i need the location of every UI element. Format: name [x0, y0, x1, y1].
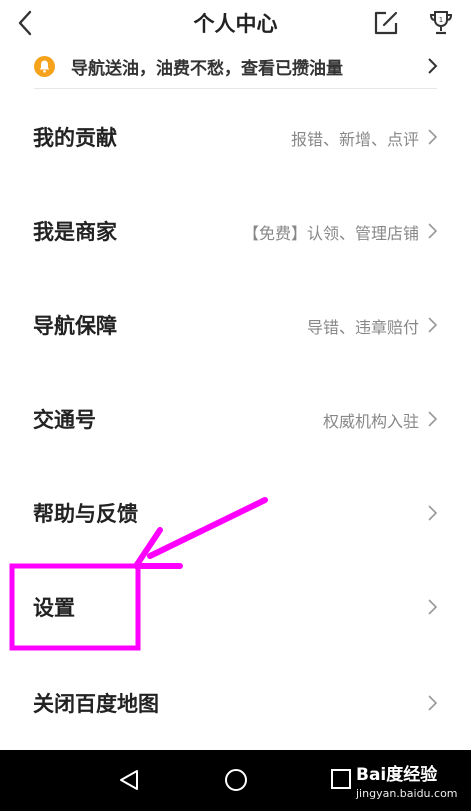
menu-item-label: 我是商家 — [33, 220, 117, 244]
chevron-right-icon — [428, 317, 438, 333]
chevron-right-icon — [428, 129, 438, 145]
watermark-logo-text: Bai度经验 — [356, 765, 438, 785]
menu-item-subtitle: 权威机构入驻 — [322, 412, 419, 431]
header-bar: 个人中心 1 — [0, 0, 471, 48]
chevron-right-icon — [428, 223, 438, 239]
menu-item-subtitle: 导错、违章赔付 — [306, 318, 419, 337]
chevron-right-icon — [428, 695, 438, 711]
page-title: 个人中心 — [193, 12, 278, 36]
menu-item-label: 交通号 — [33, 408, 96, 432]
menu-item-label: 帮助与反馈 — [33, 502, 138, 526]
menu-item-label: 导航保障 — [33, 314, 117, 338]
trophy-button[interactable]: 1 — [426, 8, 456, 38]
nav-home-button[interactable] — [223, 767, 249, 793]
menu-item-nav-protection[interactable]: 导航保障 导错、违章赔付 — [0, 278, 471, 372]
circle-home-icon — [225, 769, 247, 791]
nav-recent-button[interactable] — [330, 768, 352, 790]
svg-text:1: 1 — [439, 16, 443, 24]
triangle-back-icon — [120, 770, 138, 790]
chevron-right-icon — [428, 411, 438, 427]
menu-item-my-contribution[interactable]: 我的贡献 报错、新增、点评 — [0, 90, 471, 184]
divider — [34, 88, 437, 89]
menu-item-help-feedback[interactable]: 帮助与反馈 — [0, 466, 471, 560]
chevron-left-icon — [18, 10, 32, 36]
edit-button[interactable] — [372, 9, 400, 37]
bell-icon — [34, 56, 55, 77]
watermark-url: jingyan.baidu.com — [356, 787, 458, 800]
trophy-icon: 1 — [429, 11, 453, 35]
menu-item-label: 设置 — [33, 596, 75, 620]
watermark: Bai度经验 jingyan.baidu.com — [356, 760, 466, 804]
menu-item-close-app[interactable]: 关闭百度地图 — [0, 656, 471, 750]
fuel-promo-banner[interactable]: 导航送油，油费不愁，查看已攒油量 — [0, 47, 471, 89]
promo-text: 导航送油，油费不愁，查看已攒油量 — [71, 59, 343, 79]
chevron-right-icon — [428, 58, 438, 74]
menu-item-subtitle: 【免费】认领、管理店铺 — [242, 224, 419, 243]
chevron-right-icon — [428, 505, 438, 521]
edit-icon — [374, 11, 398, 35]
menu-item-settings[interactable]: 设置 — [0, 560, 471, 654]
menu-item-merchant[interactable]: 我是商家 【免费】认领、管理店铺 — [0, 184, 471, 278]
menu-item-traffic-account[interactable]: 交通号 权威机构入驻 — [0, 372, 471, 466]
nav-back-button[interactable] — [117, 768, 141, 792]
menu-item-subtitle: 报错、新增、点评 — [290, 130, 419, 149]
menu-item-label: 关闭百度地图 — [33, 692, 159, 716]
chevron-right-icon — [428, 599, 438, 615]
square-recent-icon — [331, 769, 351, 789]
menu-item-label: 我的贡献 — [33, 126, 117, 150]
system-nav-bar: Bai度经验 jingyan.baidu.com — [0, 750, 471, 811]
back-button[interactable] — [12, 8, 42, 38]
